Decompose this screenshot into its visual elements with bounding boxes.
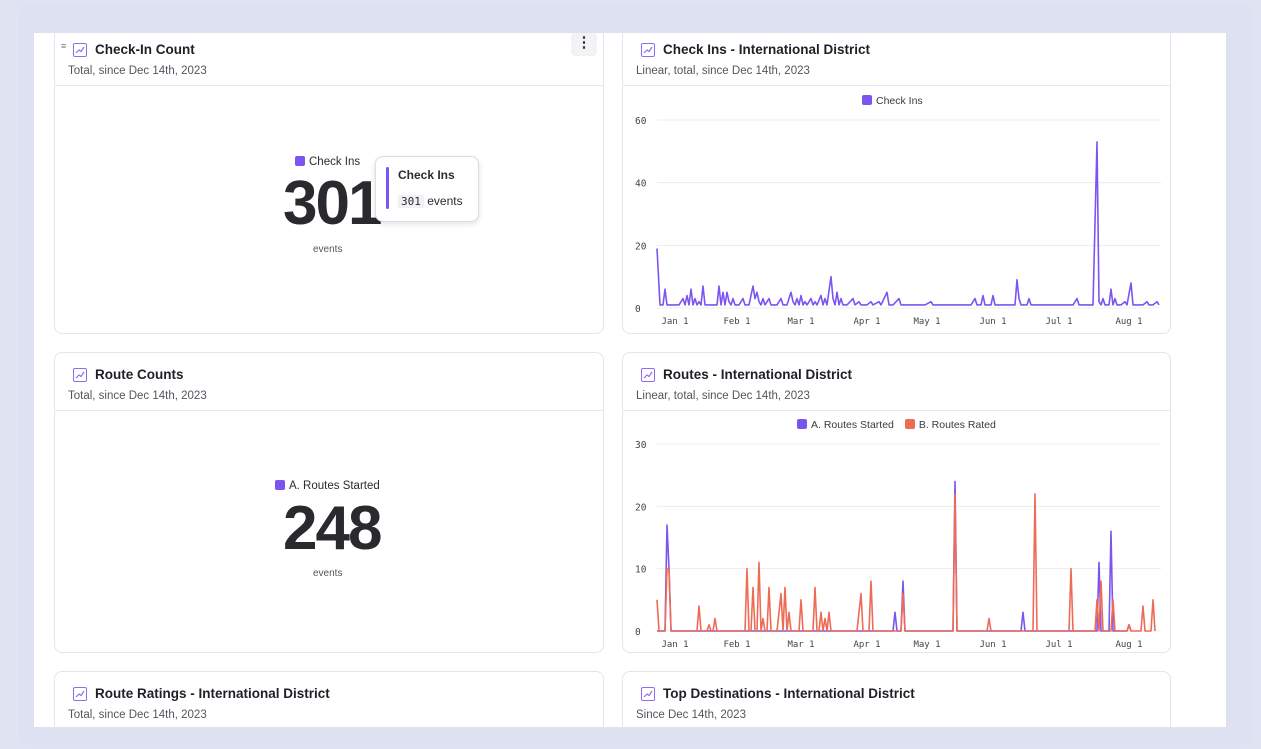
card-title[interactable]: Check Ins - International District [663, 42, 870, 57]
drag-handle-icon[interactable]: ≡ [61, 42, 66, 51]
kpi-unit: events [313, 568, 343, 579]
kpi-unit: events [313, 244, 343, 255]
card-header: ≡ Check-In Count Total, since Dec 14th, … [55, 33, 603, 86]
x-tick-label: Mar 1 [787, 317, 814, 327]
x-tick-label: May 1 [913, 317, 940, 327]
x-tick-label: Jan 1 [661, 640, 688, 650]
legend-label: A. Routes Started [289, 480, 380, 492]
card-header: Check Ins - International District Linea… [623, 33, 1170, 86]
card-title[interactable]: Top Destinations - International Distric… [663, 686, 915, 701]
value-tooltip: Check Ins 301 events [375, 156, 479, 222]
kpi-legend: A. Routes Started [275, 480, 380, 492]
card-routes-intl[interactable]: Routes - International District Linear, … [622, 352, 1171, 653]
x-tick-label: Jul 1 [1045, 317, 1072, 327]
tooltip-value: 301 events [398, 194, 463, 208]
y-tick-label: 10 [635, 565, 647, 576]
card-route-counts[interactable]: Route Counts Total, since Dec 14th, 2023… [54, 352, 604, 653]
card-header: Top Destinations - International Distric… [623, 672, 1170, 727]
kpi-value: 248 [283, 494, 382, 563]
line-chart-icon [641, 43, 655, 57]
card-subtitle: Total, since Dec 14th, 2023 [68, 65, 207, 77]
card-route-ratings[interactable]: Route Ratings - International District T… [54, 671, 604, 727]
line-chart-icon [641, 687, 655, 701]
line-chart-icon [73, 687, 87, 701]
y-tick-label: 0 [635, 304, 641, 315]
x-tick-label: Apr 1 [853, 317, 880, 327]
x-tick-label: Jun 1 [979, 317, 1006, 327]
x-tick-label: Aug 1 [1115, 317, 1142, 327]
x-tick-label: May 1 [913, 640, 940, 650]
x-tick-label: Aug 1 [1115, 640, 1142, 650]
series-line-routes-started [657, 480, 1132, 632]
line-chart-icon [641, 368, 655, 382]
x-tick-label: Apr 1 [853, 640, 880, 650]
dashboard-canvas: ≡ Check-In Count Total, since Dec 14th, … [34, 33, 1226, 727]
tooltip-unit: events [427, 194, 463, 208]
series-line-check-ins [656, 141, 1160, 306]
kpi-value: 301 [283, 169, 382, 238]
x-tick-label: Feb 1 [723, 640, 750, 650]
card-header: Routes - International District Linear, … [623, 353, 1170, 411]
card-subtitle: Total, since Dec 14th, 2023 [68, 390, 207, 402]
y-tick-label: 60 [635, 116, 647, 127]
card-subtitle: Linear, total, since Dec 14th, 2023 [636, 390, 810, 402]
legend-swatch [295, 156, 305, 166]
tooltip-title: Check Ins [398, 168, 455, 182]
card-title[interactable]: Route Counts [95, 367, 184, 382]
more-options-button[interactable]: ⋮ [571, 33, 597, 56]
y-tick-label: 30 [635, 440, 647, 451]
x-tick-label: Jan 1 [661, 317, 688, 327]
legend-swatch [275, 480, 285, 490]
card-checkins-intl[interactable]: Check Ins - International District Linea… [622, 33, 1171, 334]
routes-line-chart[interactable]: 0 10 20 30 Jan 1 Feb 1 Mar 1 Apr 1 May 1 Jun 1 Jul… [623, 414, 1171, 653]
x-tick-label: Jul 1 [1045, 640, 1072, 650]
card-checkin-count[interactable]: ≡ Check-In Count Total, since Dec 14th, … [54, 33, 604, 334]
y-tick-label: 20 [635, 241, 647, 252]
card-title[interactable]: Routes - International District [663, 367, 852, 382]
checkins-line-chart[interactable]: 0 20 40 60 Jan 1 Feb 1 Mar 1 Apr 1 May 1 Jun 1 Jul… [623, 90, 1171, 334]
series-line-routes-rated [656, 493, 1156, 632]
card-header: Route Ratings - International District T… [55, 672, 603, 727]
line-chart-icon [73, 43, 87, 57]
kpi-legend: Check Ins [295, 156, 360, 168]
x-tick-label: Mar 1 [787, 640, 814, 650]
line-chart-icon [73, 368, 87, 382]
card-subtitle: Since Dec 14th, 2023 [636, 709, 746, 721]
x-tick-label: Jun 1 [979, 640, 1006, 650]
card-header: Route Counts Total, since Dec 14th, 2023 [55, 353, 603, 411]
y-tick-label: 0 [635, 627, 641, 638]
legend-label: Check Ins [309, 156, 361, 168]
card-title[interactable]: Route Ratings - International District [95, 686, 330, 701]
y-tick-label: 20 [635, 502, 647, 513]
tooltip-number: 301 [398, 195, 424, 208]
x-tick-label: Feb 1 [723, 317, 750, 327]
y-tick-label: 40 [635, 179, 647, 190]
card-subtitle: Total, since Dec 14th, 2023 [68, 709, 207, 721]
tooltip-color-bar [386, 167, 389, 209]
card-top-destinations[interactable]: Top Destinations - International Distric… [622, 671, 1171, 727]
card-subtitle: Linear, total, since Dec 14th, 2023 [636, 65, 810, 77]
card-title[interactable]: Check-In Count [95, 42, 195, 57]
